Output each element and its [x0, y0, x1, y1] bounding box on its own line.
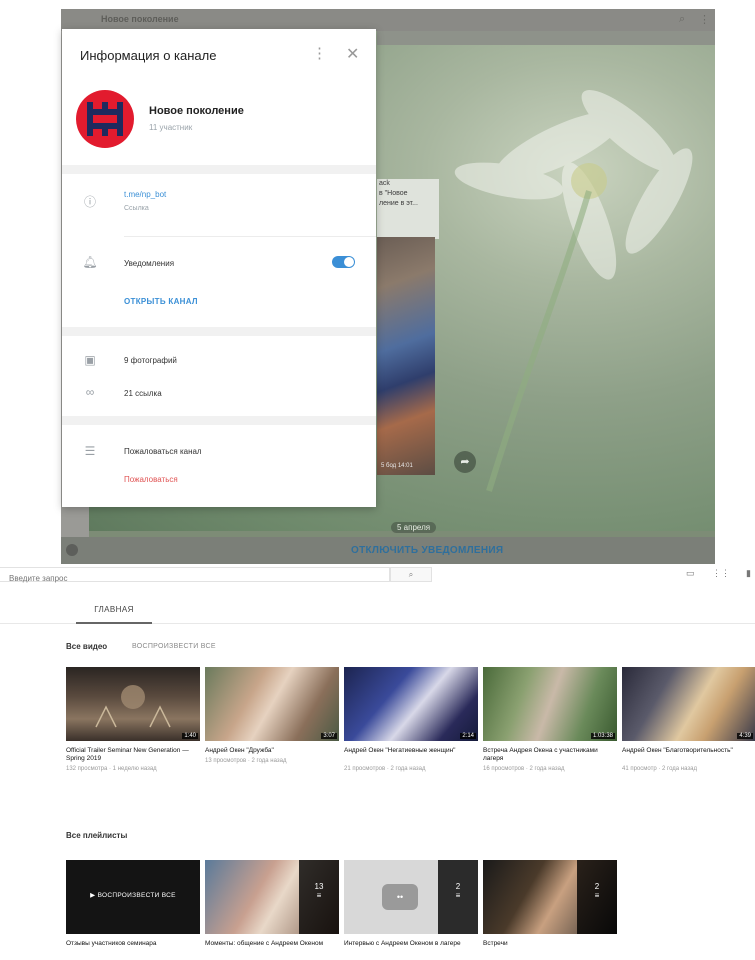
row-divider — [124, 236, 376, 237]
videos-section-title: Все видео — [66, 642, 108, 651]
video-thumbnail[interactable]: 2:14 — [344, 667, 478, 741]
video-thumbnail[interactable]: 1:03:38 — [483, 667, 617, 741]
video-thumbnail[interactable]: 4:39 — [622, 667, 755, 741]
playlist-thumbnail[interactable]: ▶ ВОСПРОИЗВЕСТИ ВСЕ — [66, 860, 200, 934]
video-meta: 41 просмотр · 2 года назад — [622, 766, 697, 772]
message-photo[interactable]: 5 бод 14:01 — [377, 237, 435, 475]
forward-icon[interactable]: ➦ — [454, 451, 476, 473]
message-line: в "Новое — [379, 190, 408, 197]
section-divider — [62, 327, 376, 336]
video-thumbnail[interactable]: 3:07 — [205, 667, 339, 741]
telegram-topbar: Новое поколение ⌕ ⋮ — [61, 9, 715, 31]
notifications-icon[interactable]: ▮ — [746, 568, 751, 579]
playlist-icon: ≡ — [594, 891, 600, 900]
video-title[interactable]: Андрей Окен "Дружба" — [205, 747, 335, 755]
video-meta: 13 просмотров · 2 года назад — [205, 758, 287, 764]
playlist-thumbnail[interactable]: 13 ≡ — [205, 860, 339, 934]
apps-icon[interactable]: ⋮⋮ — [712, 568, 730, 579]
chat-bottom-bar: ОТКЛЮЧИТЬ УВЕДОМЛЕНИЯ — [61, 537, 715, 564]
search-icon: ⌕ — [408, 570, 414, 579]
section-divider — [62, 416, 376, 425]
list-icon: ☰ — [84, 444, 96, 458]
channel-link[interactable]: t.me/np_bot — [124, 190, 166, 199]
playlist-title[interactable]: Встречи — [483, 940, 613, 948]
message-line: ack — [379, 180, 390, 187]
more-icon[interactable]: ⋮ — [699, 13, 710, 26]
channel-logo — [87, 102, 123, 136]
search-button[interactable]: ⌕ — [390, 567, 432, 582]
video-title[interactable]: Official Trailer Seminar New Generation … — [66, 747, 196, 763]
playlist-count-overlay: 2 ≡ — [577, 860, 617, 934]
video-duration: 1:40 — [182, 733, 198, 739]
video-title[interactable]: Встреча Андрея Окена с участниками лагер… — [483, 747, 613, 763]
info-icon: ⓘ — [83, 195, 96, 209]
channel-avatar — [76, 90, 134, 148]
photos-count[interactable]: 9 фотографий — [124, 356, 177, 365]
playlists-section-title: Все плейлисты — [66, 831, 128, 840]
video-duration: 1:03:38 — [590, 733, 615, 739]
link-icon: ∞ — [85, 385, 95, 399]
playlist-count: 2 — [455, 882, 461, 891]
playlist-count: 13 — [314, 882, 324, 891]
settings-icon[interactable] — [66, 544, 78, 556]
screenshot-root: Новое поколение ⌕ ⋮ ack в "Новое ление в… — [0, 0, 755, 960]
tab-main[interactable]: ГЛАВНАЯ — [76, 600, 152, 624]
playlist-count: 2 — [594, 882, 600, 891]
notifications-label: Уведомления — [124, 259, 175, 268]
panel-title: Информация о канале — [80, 48, 217, 63]
search-input[interactable] — [0, 572, 389, 585]
video-duration: 2:14 — [460, 733, 476, 739]
playlist-count-overlay: 2 ≡ — [438, 860, 478, 934]
play-all-label: ▶ ВОСПРОИЗВЕСТИ ВСЕ — [90, 892, 176, 899]
chat-header-title: Новое поколение — [101, 14, 179, 24]
video-meta: 21 просмотров · 2 года назад — [344, 766, 426, 772]
playlist-thumbnail[interactable]: 2 ≡ — [483, 860, 617, 934]
playlist-title[interactable]: Моменты: общение с Андреем Океном — [205, 940, 335, 948]
thumbnail-art — [95, 685, 171, 728]
mute-notifications-button[interactable]: ОТКЛЮЧИТЬ УВЕДОМЛЕНИЯ — [351, 545, 503, 556]
search-icon[interactable]: ⌕ — [679, 13, 685, 26]
youtube-channel-page: ⌕ ▭ ⋮⋮ ▮ ГЛАВНАЯ Все видео ВОСПРОИЗВЕСТИ… — [0, 564, 755, 960]
playlist-title[interactable]: Отзывы участников семинара — [66, 940, 196, 948]
playlist-thumbnail[interactable]: •• 2 ≡ — [344, 860, 478, 934]
section-divider — [62, 165, 376, 174]
video-duration: 3:07 — [321, 733, 337, 739]
channel-members: 11 участник — [149, 123, 193, 132]
toggle-knob — [344, 257, 354, 267]
search-box — [0, 567, 390, 585]
photo-meta: 5 бод 14:01 — [381, 463, 413, 469]
channel-link-caption: Ссылка — [124, 205, 149, 212]
message-line: ление в эт... — [379, 200, 418, 207]
channel-info-panel: Информация о канале ⋮ ✕ Новое поколение … — [62, 29, 376, 507]
video-title[interactable]: Андрей Окен "Благотворительность" — [622, 747, 752, 755]
more-icon[interactable]: ⋮ — [312, 44, 327, 62]
chat-header-strip — [377, 31, 715, 45]
video-title[interactable]: Андрей Окен "Негатиевные женщин" — [344, 747, 474, 755]
report-channel-label: Пожаловаться канал — [124, 447, 202, 456]
date-pill: 5 апреля — [391, 522, 437, 533]
close-icon[interactable]: ✕ — [346, 44, 359, 64]
video-thumbnail[interactable]: 1:40 — [66, 667, 200, 741]
open-channel-button[interactable]: ОТКРЫТЬ КАНАЛ — [124, 297, 198, 306]
channel-name: Новое поколение — [149, 105, 244, 117]
photo-icon: ▣ — [84, 353, 96, 367]
notifications-toggle[interactable] — [332, 256, 355, 268]
video-meta: 16 просмотров · 2 года назад — [483, 766, 565, 772]
playlist-count-overlay: 13 ≡ — [299, 860, 339, 934]
placeholder-icon: •• — [382, 884, 418, 910]
playlist-icon: ≡ — [316, 891, 322, 900]
message-bubble[interactable]: ack в "Новое ление в эт... — [377, 179, 439, 239]
channel-tabs: ГЛАВНАЯ — [0, 592, 755, 624]
bell-icon: 🔔︎ — [82, 255, 98, 269]
playlist-title[interactable]: Интервью с Андреем Океном в лагере — [344, 940, 474, 948]
video-duration: 4:39 — [737, 733, 753, 739]
video-meta: 132 просмотра · 1 неделю назад — [66, 766, 157, 772]
create-video-icon[interactable]: ▭ — [686, 568, 695, 579]
play-all-link[interactable]: ВОСПРОИЗВЕСТИ ВСЕ — [132, 643, 216, 650]
links-count[interactable]: 21 ссылка — [124, 389, 162, 398]
playlist-icon: ≡ — [455, 891, 461, 900]
report-button[interactable]: Пожаловаться — [124, 475, 178, 484]
